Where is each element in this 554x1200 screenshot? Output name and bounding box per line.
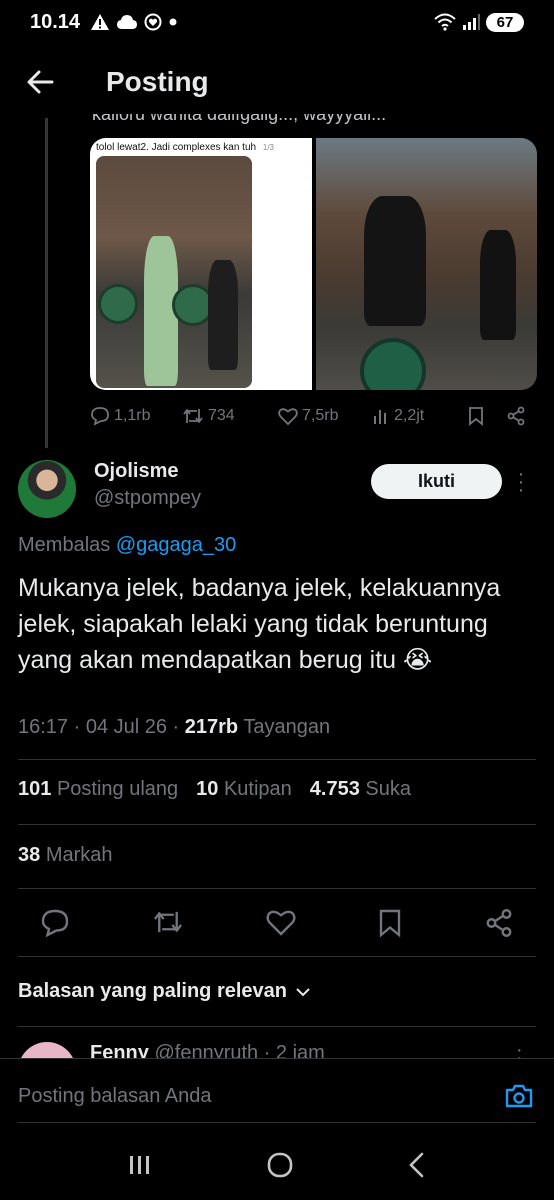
likes-stat-label: Suka bbox=[365, 778, 412, 800]
reply-sort-label: Balasan yang paling relevan bbox=[18, 980, 287, 1002]
divider bbox=[18, 759, 536, 760]
back-arrow-icon[interactable] bbox=[26, 68, 54, 96]
reply-sort-dropdown[interactable]: Balasan yang paling relevan bbox=[18, 980, 311, 1003]
reply-input-placeholder[interactable]: Posting balasan Anda bbox=[18, 1085, 212, 1108]
next-reply-partial[interactable]: Fenny @fennyruth · 2 jam ··· bbox=[0, 1030, 554, 1060]
repost-action[interactable]: 734 bbox=[182, 407, 278, 425]
recent-apps-icon[interactable] bbox=[128, 1154, 152, 1176]
bookmark-icon[interactable] bbox=[378, 908, 402, 938]
share-action[interactable] bbox=[506, 406, 526, 426]
dot-icon bbox=[169, 18, 177, 26]
bookmarks-stat-count: 38 bbox=[18, 844, 41, 866]
back-icon[interactable] bbox=[408, 1152, 426, 1178]
replying-to: Membalas @gagaga_30 bbox=[18, 534, 236, 557]
signal-icon bbox=[463, 14, 480, 30]
reposts-stat[interactable]: 101 Posting ulang bbox=[18, 778, 178, 801]
person-figure bbox=[479, 230, 516, 340]
divider bbox=[18, 824, 536, 825]
media-caption-text: tolol lewat2. Jadi complexes kan tuh bbox=[96, 142, 257, 153]
gym-photo-left bbox=[96, 156, 252, 388]
avatar[interactable] bbox=[18, 460, 76, 518]
share-icon bbox=[507, 406, 525, 426]
divider bbox=[18, 888, 536, 889]
divider bbox=[18, 1122, 536, 1123]
quotes-stat[interactable]: 10 Kutipan bbox=[196, 778, 292, 801]
reply-icon[interactable] bbox=[40, 908, 70, 938]
system-nav-bar bbox=[0, 1130, 554, 1200]
post-views-label: Tayangan bbox=[238, 716, 331, 738]
reply-author[interactable]: Ojolisme @stpompey bbox=[94, 460, 201, 510]
bookmark-icon bbox=[469, 407, 483, 426]
repost-icon bbox=[183, 409, 203, 423]
views-chart-icon bbox=[374, 410, 386, 424]
chevron-down-icon bbox=[296, 987, 310, 996]
bookmarks-stat-label: Markah bbox=[45, 844, 113, 866]
reposts-stat-label: Posting ulang bbox=[56, 778, 179, 800]
post-meta: 16:17 · 04 Jul 26 · 217rb Tayangan bbox=[18, 716, 330, 739]
top-app-bar: Posting bbox=[0, 50, 554, 114]
media-caption: tolol lewat2. Jadi complexes kan tuh 1/3 bbox=[96, 142, 274, 153]
athlete-figure bbox=[363, 196, 426, 326]
replying-prefix: Membalas bbox=[18, 534, 111, 556]
gym-photo-right bbox=[315, 138, 537, 390]
repost-icon[interactable] bbox=[152, 908, 184, 936]
weight-plate bbox=[359, 338, 426, 390]
share-icon[interactable] bbox=[484, 908, 514, 938]
divider bbox=[18, 1026, 536, 1027]
author-name: Ojolisme bbox=[94, 460, 179, 482]
media-page-indicator: 1/3 bbox=[262, 143, 274, 152]
follow-button[interactable]: Ikuti bbox=[371, 464, 502, 499]
status-time: 10.14 bbox=[30, 10, 81, 33]
bookmarks-stat[interactable]: 38 Markah bbox=[18, 844, 113, 867]
warning-icon bbox=[91, 14, 110, 30]
bookmark-action[interactable] bbox=[468, 406, 506, 426]
reply-icon bbox=[91, 407, 109, 426]
battery-icon: 67 bbox=[486, 12, 524, 32]
home-icon[interactable] bbox=[267, 1152, 293, 1178]
status-icons-right: 67 bbox=[434, 12, 524, 32]
reply-composer[interactable]: Posting balasan Anda bbox=[0, 1058, 554, 1124]
replying-mention-link[interactable]: @gagaga_30 bbox=[116, 534, 236, 556]
reposts-stat-count: 101 bbox=[18, 778, 52, 800]
like-action[interactable]: 7,5rb bbox=[278, 407, 372, 425]
status-icons-left bbox=[90, 13, 178, 31]
divider bbox=[18, 956, 536, 957]
author-handle: @stpompey bbox=[94, 487, 202, 509]
status-bar: 10.14 67 bbox=[0, 0, 554, 44]
parent-post-media[interactable]: tolol lewat2. Jadi complexes kan tuh 1/3 bbox=[90, 138, 537, 390]
post-text: Mukanya jelek, badanya jelek, kelakuanny… bbox=[18, 574, 501, 674]
more-options-icon[interactable]: ··· bbox=[516, 464, 526, 500]
notification-icon bbox=[144, 13, 162, 31]
heart-icon[interactable] bbox=[266, 908, 296, 936]
post-actions bbox=[40, 908, 514, 938]
cloud-icon bbox=[117, 15, 138, 29]
post-stats: 101 Posting ulang 10 Kutipan 4.753 Suka bbox=[18, 778, 411, 801]
parent-post-actions: 1,1rb 734 7,5rb 2,2jt bbox=[90, 402, 537, 430]
wifi-icon bbox=[434, 13, 456, 31]
post-timestamp: 16:17 · 04 Jul 26 · bbox=[18, 716, 185, 738]
quotes-stat-label: Kutipan bbox=[223, 778, 292, 800]
media-image-left[interactable]: tolol lewat2. Jadi complexes kan tuh 1/3 bbox=[90, 138, 312, 390]
weight-plate bbox=[98, 284, 138, 324]
like-count: 7,5rb bbox=[302, 407, 339, 424]
camera-icon[interactable] bbox=[504, 1083, 534, 1109]
likes-stat[interactable]: 4.753 Suka bbox=[310, 778, 411, 801]
post-views-count: 217rb bbox=[184, 716, 239, 738]
thread-connector-line bbox=[45, 118, 48, 448]
page-title: Posting bbox=[106, 66, 209, 97]
views-action[interactable]: 2,2jt bbox=[372, 407, 468, 425]
likes-stat-count: 4.753 bbox=[309, 778, 360, 800]
repost-count: 734 bbox=[208, 407, 235, 424]
reply-count: 1,1rb bbox=[114, 407, 151, 424]
heart-icon bbox=[278, 408, 298, 425]
media-image-right[interactable] bbox=[315, 138, 537, 390]
views-count: 2,2jt bbox=[394, 407, 425, 424]
quotes-stat-count: 10 bbox=[196, 778, 219, 800]
reply-action[interactable]: 1,1rb bbox=[90, 406, 182, 426]
person-figure bbox=[208, 260, 238, 370]
